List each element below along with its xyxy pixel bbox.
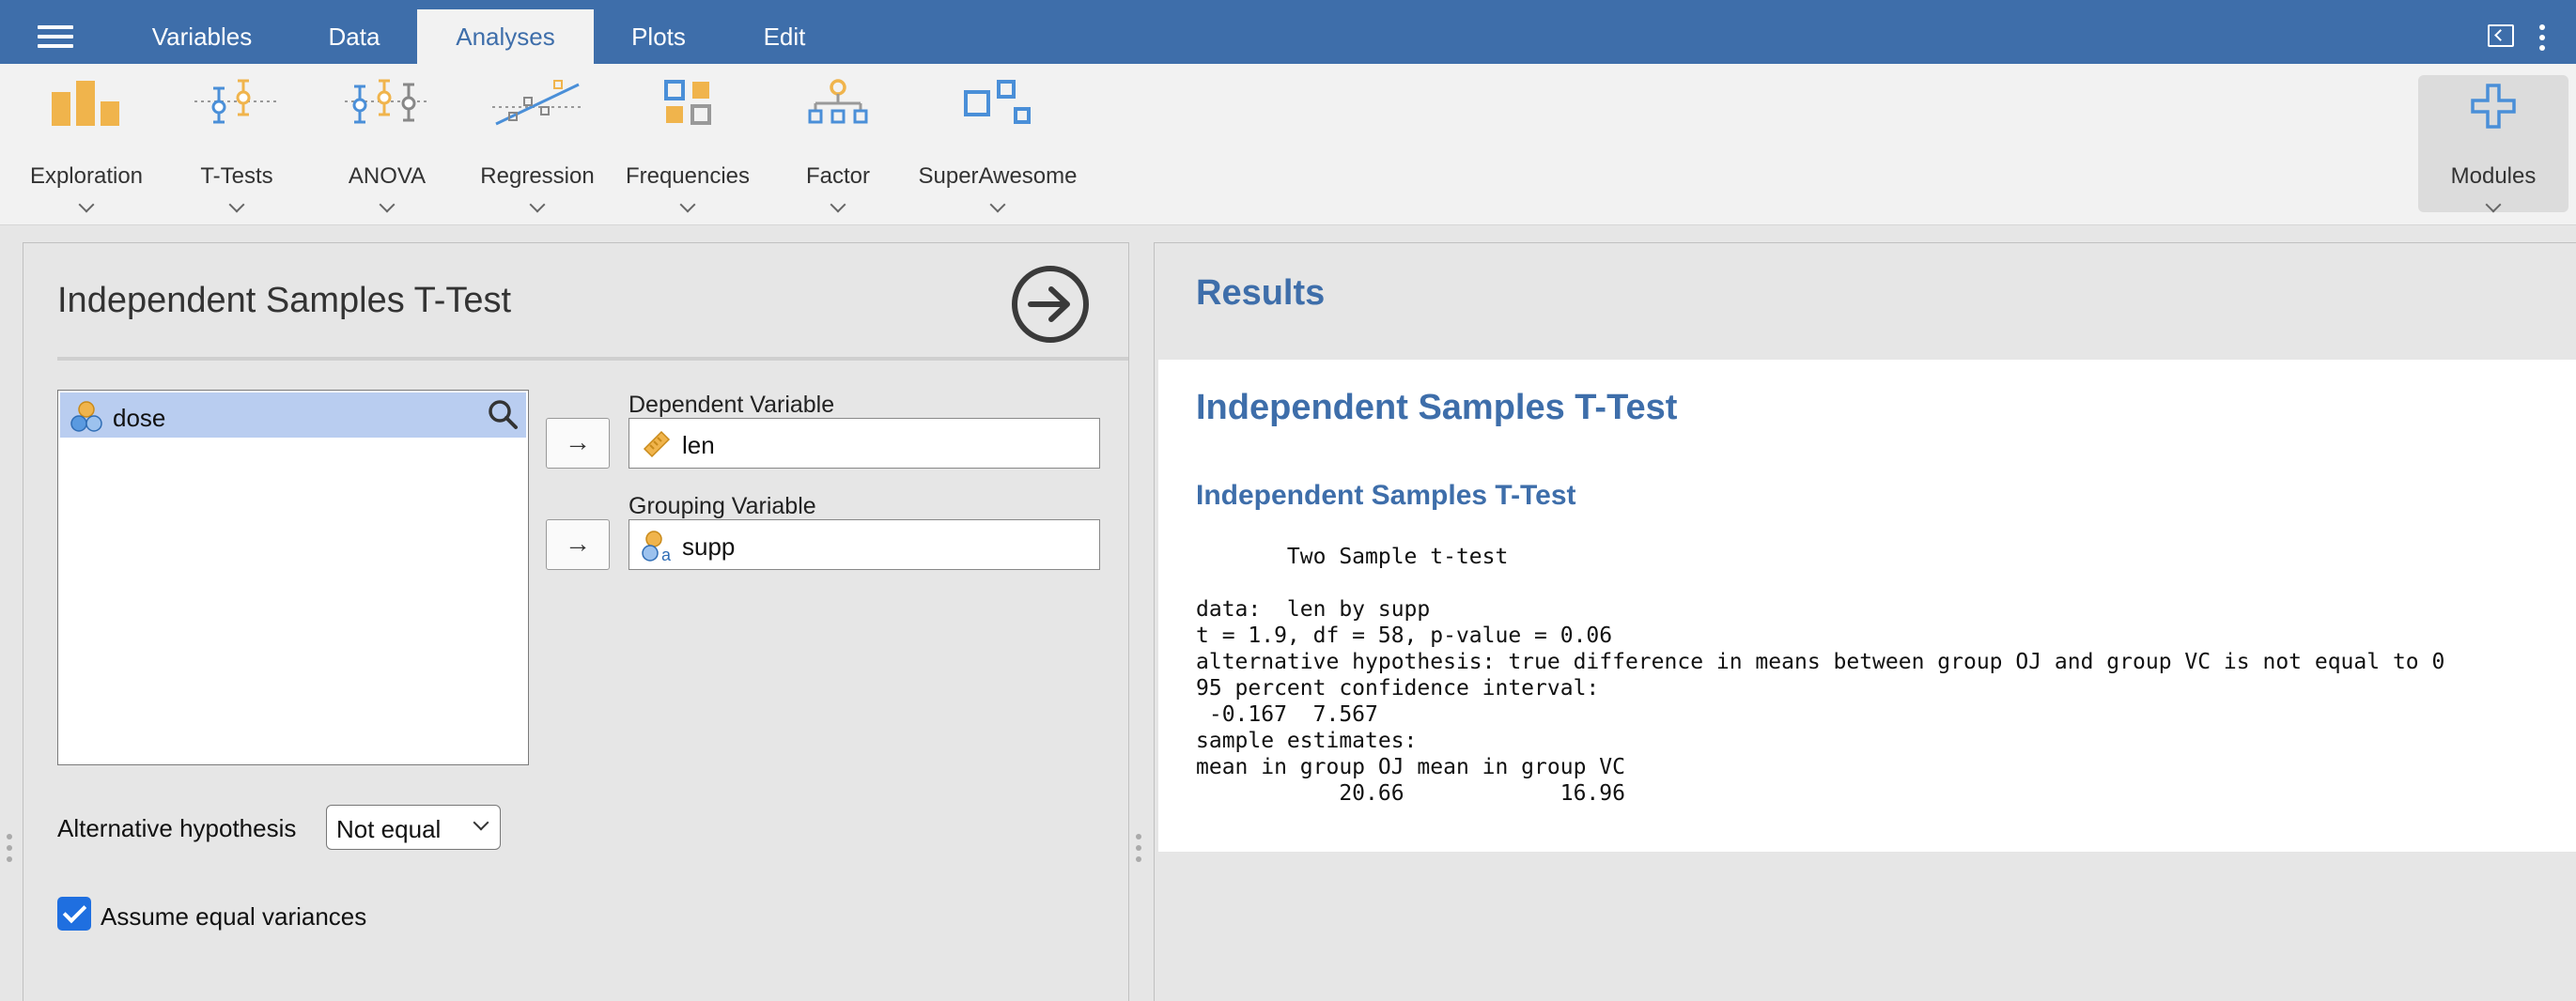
splitter-handle[interactable] [7,834,12,862]
ribbon-modules-label: Modules [2450,163,2537,189]
results-title: Results [1196,273,1326,313]
superawesome-icon [964,80,1031,124]
ribbon-anova-label: ANOVA [348,163,427,189]
chevron-down-icon [379,196,396,213]
t-tests-icon [194,79,279,124]
chevron-down-icon [78,196,95,213]
ribbon-exploration-label: Exploration [29,163,144,189]
t-test-output-text: Two Sample t-test data: len by supp t = … [1196,545,2445,806]
dependent-variable-value: len [682,431,715,459]
dependent-variable-box[interactable]: len [628,418,1100,469]
tab-analyses[interactable]: Analyses [417,9,594,64]
grouping-variable-label: Grouping Variable [628,493,816,519]
nominal-text-variable-icon: a [642,531,672,563]
run-analysis-button[interactable] [1012,266,1089,343]
ribbon-modules[interactable]: Modules [2418,75,2568,213]
splitter-handle[interactable] [1136,834,1141,862]
chevron-down-icon [830,196,846,213]
chevron-down-icon [529,196,546,213]
alternative-hypothesis-label: Alternative hypothesis [57,814,297,842]
ribbon-t-tests[interactable]: T-Tests [180,79,293,216]
tab-variables[interactable]: Variables [132,0,272,64]
title-divider [57,357,1128,361]
exploration-icon [52,81,119,126]
arrow-right-icon [1028,286,1070,322]
variable-name: dose [113,404,166,432]
search-icon[interactable] [487,398,519,430]
ribbon-anova[interactable]: ANOVA [331,79,443,216]
chevron-down-icon [473,814,489,831]
window-mode-icon[interactable] [2488,24,2514,47]
alternative-hypothesis-select[interactable]: Not equal [326,805,501,850]
ribbon-factor[interactable]: Factor [782,79,894,216]
ribbon-exploration[interactable]: Exploration [19,79,154,216]
tab-data[interactable]: Data [291,0,417,64]
chevron-down-icon [679,196,696,213]
dependent-variable-label: Dependent Variable [628,392,835,418]
continuous-variable-icon [643,430,671,458]
ribbon-regression[interactable]: Regression [470,79,605,216]
results-subheading: Independent Samples T-Test [1196,480,1576,511]
assign-grouping-button[interactable]: → [546,519,610,570]
ribbon-frequencies-label: Frequencies [625,163,751,189]
chevron-down-icon [2485,196,2502,213]
ribbon-t-tests-label: T-Tests [200,163,273,189]
more-options-icon[interactable] [2538,24,2546,51]
alternative-hypothesis-value: Not equal [336,815,442,843]
assign-dependent-button[interactable]: → [546,418,610,469]
plus-icon [2471,84,2516,129]
regression-icon [492,80,582,126]
list-item[interactable]: dose [60,393,526,438]
ribbon-regression-label: Regression [480,163,595,189]
chevron-down-icon [228,196,245,213]
ribbon-frequencies[interactable]: Frequencies [622,79,753,216]
ribbon-factor-label: Factor [805,163,870,189]
grouping-variable-value: supp [682,532,736,561]
available-variables-list[interactable]: dose [57,390,529,765]
nominal-variable-icon [70,401,102,432]
hamburger-menu-icon[interactable] [38,25,73,48]
analyses-ribbon: Exploration T-Tests ANOVA Regression Fre… [0,64,2576,225]
factor-icon [808,79,868,124]
equal-variances-label: Assume equal variances [101,902,367,931]
anova-icon [345,79,429,124]
results-panel: Results Independent Samples T-Test Indep… [1154,242,2576,1001]
ribbon-superawesome-label: SuperAwesome [918,163,1078,189]
results-output: Independent Samples T-Test Independent S… [1158,360,2576,852]
ribbon-superawesome[interactable]: SuperAwesome [913,79,1082,216]
grouping-variable-box[interactable]: a supp [628,519,1100,570]
svg-text:a: a [661,546,672,563]
analysis-title: Independent Samples T-Test [57,281,512,320]
analysis-options-panel: Independent Samples T-Test dose → Depend… [23,242,1129,1001]
menu-bar: Variables Data Analyses Plots Edit [0,0,2576,64]
tab-edit[interactable]: Edit [723,0,846,64]
tab-plots[interactable]: Plots [594,0,723,64]
frequencies-icon [664,80,711,125]
equal-variances-checkbox[interactable] [57,897,91,931]
results-heading: Independent Samples T-Test [1196,388,1678,427]
chevron-down-icon [989,196,1006,213]
